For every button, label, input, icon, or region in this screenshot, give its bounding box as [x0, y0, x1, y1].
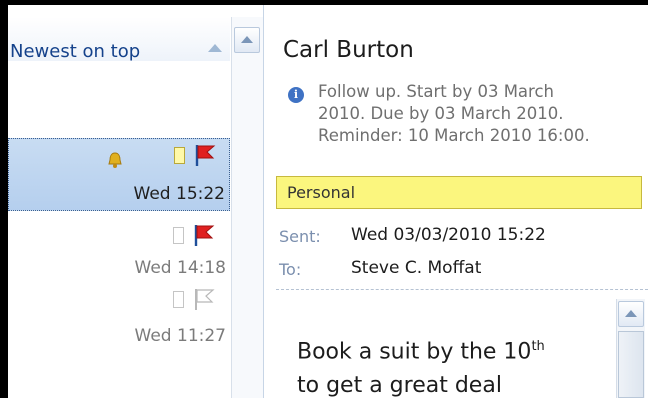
message-list: Wed 15:22 Wed 14:18 Wed 11:27 [8, 5, 230, 398]
message-body-scrollbar[interactable] [616, 299, 645, 398]
flag-icon[interactable] [191, 223, 215, 247]
sender-name: Carl Burton [283, 37, 414, 63]
followup-line: Reminder: 10 March 2010 16:00. [318, 126, 590, 145]
header-separator [276, 289, 648, 290]
chevron-up-icon [625, 310, 637, 317]
followup-info: Follow up. Start by 03 March 2010. Due b… [318, 81, 648, 147]
chevron-up-icon [241, 36, 253, 43]
category-color-box[interactable] [173, 291, 184, 308]
sent-label: Sent: [279, 227, 321, 246]
flag-icon[interactable] [192, 143, 216, 167]
flag-outline-icon[interactable] [191, 287, 215, 311]
to-recipient[interactable]: Steve C. Moffat [351, 258, 481, 278]
body-line: Book a suit by the 10th [297, 330, 545, 369]
category-label: Personal [287, 183, 356, 202]
followup-line: Follow up. Start by 03 March [318, 82, 554, 101]
message-time: Wed 14:18 [134, 258, 226, 278]
message-row[interactable]: Wed 14:18 [8, 219, 230, 278]
category-bar[interactable]: Personal [276, 176, 642, 209]
message-time: Wed 11:27 [134, 326, 226, 346]
info-icon: i [288, 87, 304, 103]
category-color-box[interactable] [173, 227, 184, 244]
reading-pane: Carl Burton i Follow up. Start by 03 Mar… [263, 5, 648, 398]
scrollbar-thumb[interactable] [618, 331, 644, 398]
to-label: To: [279, 260, 302, 279]
message-row[interactable]: Wed 11:27 [8, 285, 230, 346]
message-row-selected[interactable]: Wed 15:22 [8, 138, 230, 211]
followup-line: 2010. Due by 03 March 2010. [318, 104, 564, 123]
body-line-text: Book a suit by the 10 [297, 339, 532, 365]
message-body[interactable]: Book a suit by the 10th to get a great d… [297, 330, 545, 403]
message-time: Wed 15:22 [133, 184, 225, 204]
body-ordinal-suffix: th [531, 339, 545, 354]
bell-icon [108, 152, 122, 168]
sent-value: Wed 03/03/2010 15:22 [351, 225, 546, 245]
scroll-up-button[interactable] [234, 27, 260, 53]
message-list-pane: Newest on top Wed 15:22 Wed 14:18 Wed 11… [8, 5, 263, 398]
message-list-scrollbar[interactable] [231, 17, 263, 398]
window-frame-left [0, 0, 8, 398]
scroll-up-button[interactable] [618, 301, 644, 327]
category-color-box[interactable] [174, 147, 185, 164]
